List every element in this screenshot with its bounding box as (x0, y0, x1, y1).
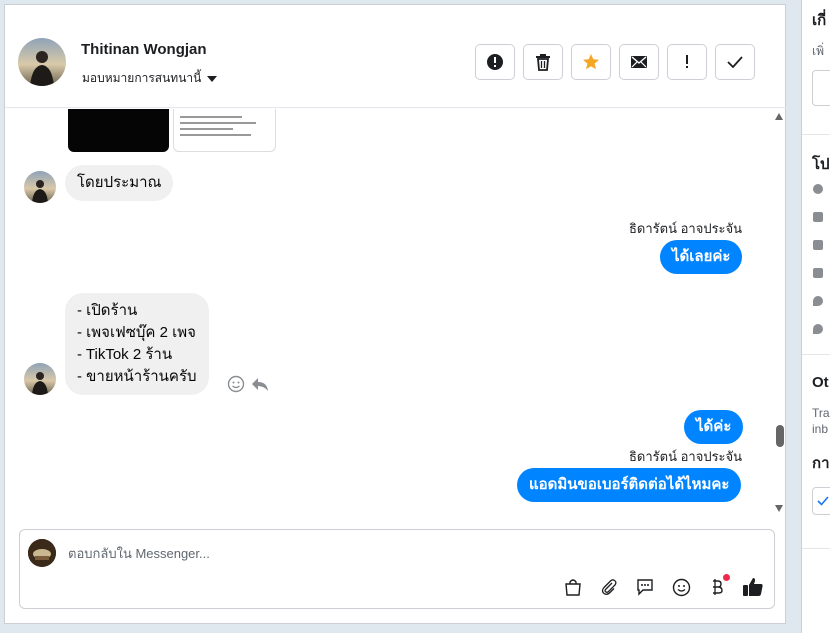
saved-replies-icon (637, 579, 653, 596)
contact-avatar[interactable] (18, 38, 66, 86)
scroll-up-arrow[interactable] (775, 113, 783, 120)
emoji-react-icon[interactable] (227, 375, 245, 393)
divider (802, 354, 830, 355)
exclamation-icon (686, 55, 688, 68)
assign-label: มอบหมายการสนทนานี้ (82, 71, 202, 85)
app-frame: Thitinan Wongjan มอบหมายการสนทนานี้ โดยป… (0, 0, 830, 633)
star-button[interactable] (571, 44, 611, 80)
graduation-cap-icon (813, 268, 823, 278)
baht-payment-icon (713, 579, 723, 595)
shopping-bag-button[interactable] (562, 576, 584, 598)
payment-button[interactable] (706, 574, 730, 598)
panel-subtext: inb (812, 422, 829, 436)
image-attachment[interactable] (68, 109, 169, 152)
panel-subtext: เพิ่ (812, 44, 825, 58)
envelope-icon (631, 56, 647, 68)
page-avatar (28, 539, 56, 567)
thumbs-up-icon (813, 212, 823, 222)
chevron-down-icon (207, 75, 218, 82)
message-line: - ขายหน้าร้านครับ (77, 368, 197, 385)
message-text: ได้ค่ะ (696, 418, 732, 435)
message-text: ได้เลยค่ะ (672, 248, 731, 265)
message-bubble-incoming: โดยประมาณ (65, 165, 174, 201)
message-line: - TikTok 2 ร้าน (77, 346, 173, 363)
reply-composer (19, 529, 775, 609)
paperclip-icon (601, 579, 617, 595)
like-button[interactable] (742, 576, 764, 598)
panel-heading: โป (812, 156, 830, 173)
contact-name: Thitinan Wongjan (81, 41, 207, 58)
message-actions (227, 375, 269, 393)
attach-button[interactable] (598, 576, 620, 598)
emoji-icon (672, 578, 690, 596)
message-bubble-outgoing: ได้ค่ะ (684, 410, 744, 444)
sender-name: ธิดารัตน์ อาจประจัน (629, 449, 743, 464)
message-bubble-outgoing: ได้เลยค่ะ (660, 240, 743, 274)
message-text: โดยประมาณ (77, 174, 162, 191)
delete-button[interactable] (523, 44, 563, 80)
panel-heading: เกี่ (812, 12, 827, 29)
thumbs-up-icon (743, 578, 763, 596)
message-text: แอดมินขอเบอร์ติดต่อได้ไหมคะ (529, 476, 730, 493)
reply-input[interactable] (68, 540, 568, 566)
divider (802, 548, 830, 549)
sender-name: ธิดารัตน์ อาจประจัน (629, 221, 743, 236)
conversation-header: Thitinan Wongjan มอบหมายการสนทนานี้ (5, 5, 787, 108)
divider (802, 134, 830, 135)
contact-avatar-small (24, 363, 56, 395)
message-thread: โดยประมาณ ธิดารัตน์ อาจประจัน ได้เลยค่ะ … (5, 109, 775, 521)
check-icon (727, 56, 743, 68)
contact-avatar-small (24, 171, 56, 203)
message-bubble-incoming: - เปิดร้าน - เพจเฟซบุ๊ค 2 เพจ - TikTok 2… (65, 293, 209, 395)
header-toolbar (475, 44, 755, 80)
location-pin-icon (813, 296, 823, 306)
message-line: - เพจเฟซบุ๊ค 2 เพจ (77, 324, 196, 341)
briefcase-icon (813, 240, 823, 250)
panel-subtext: Tra (812, 406, 830, 420)
composer-toolbar (562, 574, 764, 598)
notification-dot (723, 574, 730, 581)
panel-checkbox-field[interactable] (812, 487, 830, 515)
follow-up-button[interactable] (667, 44, 707, 80)
panel-heading: กา (812, 455, 830, 472)
check-icon (817, 496, 829, 506)
reply-icon[interactable] (251, 375, 269, 393)
shopping-bag-icon (565, 579, 581, 596)
assign-conversation-dropdown[interactable]: มอบหมายการสนทนานี้ (82, 69, 218, 88)
alert-circle-icon (487, 54, 503, 70)
saved-replies-button[interactable] (634, 576, 656, 598)
scrollbar-thumb[interactable] (776, 425, 784, 447)
mark-done-button[interactable] (715, 44, 755, 80)
clock-icon (813, 184, 823, 194)
scroll-down-arrow[interactable] (775, 505, 783, 512)
panel-input[interactable] (812, 70, 830, 106)
image-attachment[interactable] (173, 109, 276, 152)
conversation-panel: Thitinan Wongjan มอบหมายการสนทนานี้ โดยป… (4, 4, 787, 624)
message-line: - เปิดร้าน (77, 302, 138, 319)
star-icon (583, 54, 599, 70)
location-pin-icon (813, 324, 823, 334)
panel-heading: Ot (812, 374, 829, 391)
trash-icon (536, 54, 550, 71)
message-bubble-outgoing: แอดมินขอเบอร์ติดต่อได้ไหมคะ (517, 468, 742, 502)
mark-unread-button[interactable] (619, 44, 659, 80)
mark-spam-button[interactable] (475, 44, 515, 80)
emoji-button[interactable] (670, 576, 692, 598)
contact-details-panel: เกี่ เพิ่ โป Ot Tra inb กา (801, 0, 830, 633)
